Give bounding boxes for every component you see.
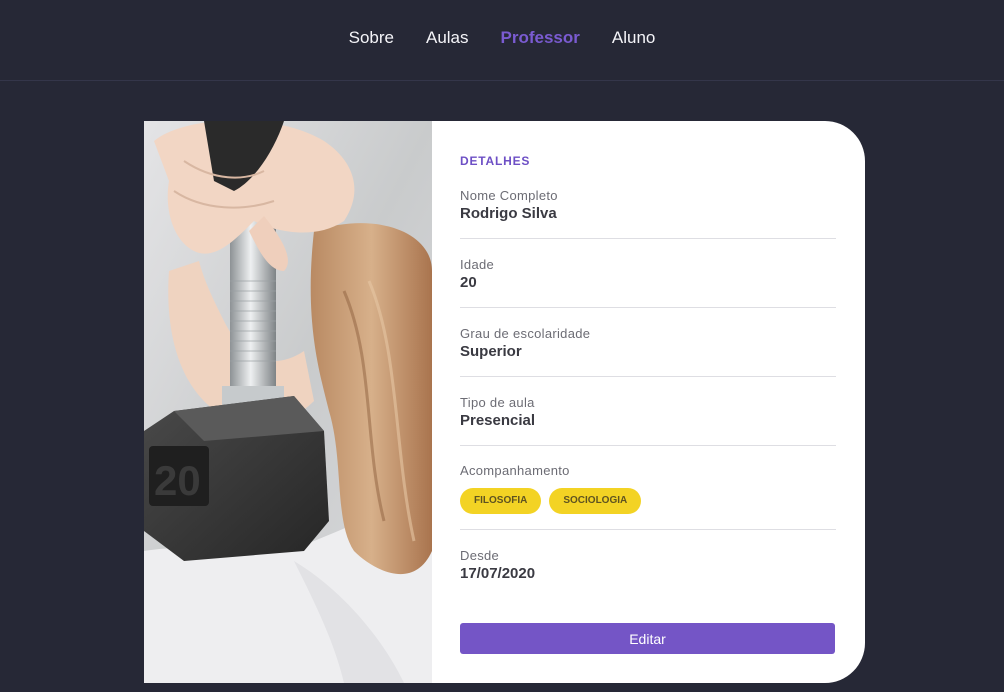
teacher-card: 20 DETALHES Nome Completo Rodrigo Silva … xyxy=(144,121,865,683)
subject-tags: FILOSOFIA SOCIOLOGIA xyxy=(460,488,836,514)
field-since: Desde 17/07/2020 xyxy=(460,530,836,582)
top-navbar: Sobre Aulas Professor Aluno xyxy=(0,0,1004,81)
education-label: Grau de escolaridade xyxy=(460,326,591,341)
nav-link-professor[interactable]: Professor xyxy=(501,28,580,48)
education-value: Superior xyxy=(460,343,522,360)
field-education: Grau de escolaridade Superior xyxy=(460,308,836,377)
full-name-value: Rodrigo Silva xyxy=(460,205,557,222)
since-label: Desde xyxy=(460,548,500,563)
field-class-type: Tipo de aula Presencial xyxy=(460,377,836,446)
age-label: Idade xyxy=(460,257,495,272)
nav-link-aulas[interactable]: Aulas xyxy=(426,28,469,48)
subject-tag-sociologia: SOCIOLOGIA xyxy=(549,488,642,514)
field-subjects: Acompanhamento FILOSOFIA SOCIOLOGIA xyxy=(460,446,836,530)
subjects-label: Acompanhamento xyxy=(460,463,570,478)
dumbbell-photo-illustration: 20 xyxy=(144,121,432,683)
class-type-label: Tipo de aula xyxy=(460,395,535,410)
details-panel: DETALHES Nome Completo Rodrigo Silva Ida… xyxy=(432,121,865,683)
nav-link-aluno[interactable]: Aluno xyxy=(612,28,655,48)
teacher-photo: 20 xyxy=(144,121,432,683)
nav-link-sobre[interactable]: Sobre xyxy=(349,28,394,48)
full-name-label: Nome Completo xyxy=(460,188,558,203)
class-type-value: Presencial xyxy=(460,412,536,429)
field-age: Idade 20 xyxy=(460,239,836,308)
since-value: 17/07/2020 xyxy=(460,565,536,582)
field-full-name: Nome Completo Rodrigo Silva xyxy=(460,168,836,239)
edit-button[interactable]: Editar xyxy=(460,623,835,654)
dumbbell-weight-label: 20 xyxy=(154,457,201,504)
subject-tag-filosofia: FILOSOFIA xyxy=(460,488,542,514)
details-title: DETALHES xyxy=(460,154,531,168)
age-value: 20 xyxy=(460,274,477,291)
main-nav: Sobre Aulas Professor Aluno xyxy=(349,28,656,48)
